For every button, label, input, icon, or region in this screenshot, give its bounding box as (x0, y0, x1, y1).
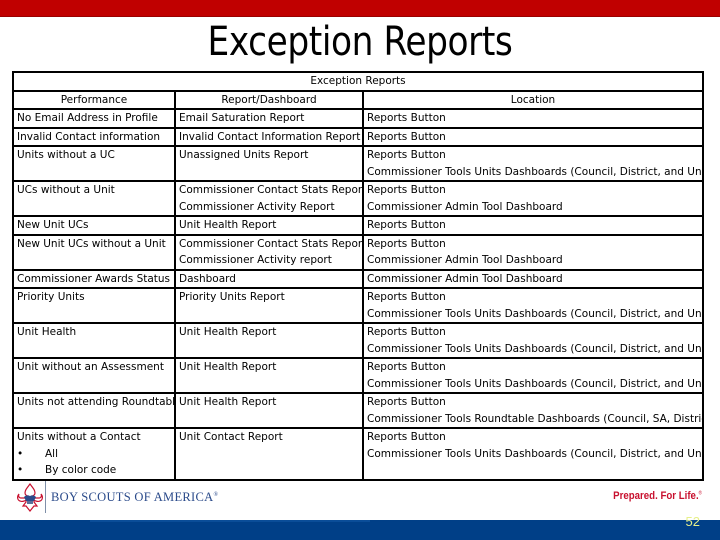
location-cell: Reports Button (361, 215, 705, 236)
top-accent-bar (0, 0, 720, 17)
table-row: New Unit UCs Unit Health Report Reports … (12, 215, 705, 236)
report-cell: Unit Health Report (174, 357, 364, 394)
bullet-icon: • (17, 447, 24, 460)
bsa-wordmark: BOY SCOUTS OF AMERICA® (51, 490, 219, 504)
exception-reports-table: Exception Reports Performance Report/Das… (11, 71, 705, 481)
table-caption: Exception Reports (11, 71, 705, 92)
performance-cell: Units without a Contact • All • By color c… (12, 427, 176, 481)
performance-cell: Priority Units (12, 287, 176, 324)
table-row: Unit Health Unit Health Report Reports B… (12, 322, 705, 359)
table-row: Units without a UC Unassigned Units Repo… (12, 145, 705, 182)
report-cell: Dashboard (174, 268, 364, 289)
location-cell: Reports Button Commissioner Admin Tool Da… (361, 180, 705, 217)
performance-cell: Unit Health (12, 322, 176, 359)
table-row: UCs without a Unit Commissioner Contact … (12, 180, 705, 217)
table-row: New Unit UCs without a Unit Commissioner… (12, 233, 705, 271)
table-row: Priority Units Priority Units Report Rep… (12, 287, 705, 324)
bottom-accent-bar (0, 520, 720, 540)
table-row: Units not attending Roundtable Unit Heal… (12, 392, 705, 429)
report-cell: Commissioner Contact Stats Report, Commis… (174, 180, 364, 217)
table-row: Invalid Contact information Invalid Cont… (12, 126, 705, 147)
location-cell: Reports Button Commissioner Tools Units D… (361, 287, 705, 324)
fleur-de-lis-emblem-icon (17, 483, 43, 512)
report-cell: Invalid Contact Information Report (174, 126, 364, 147)
column-header-location: Location (361, 89, 705, 110)
location-cell: Reports Button Commissioner Tools Units D… (361, 357, 705, 394)
report-cell: Unit Health Report (174, 215, 364, 236)
report-cell: Commissioner Contact Stats Report, Commis… (174, 233, 364, 271)
report-cell: Unit Health Report (174, 322, 364, 359)
report-cell: Email Saturation Report (174, 108, 364, 129)
logo-divider (45, 481, 46, 513)
report-cell: Unit Health Report (174, 392, 364, 429)
table-row: Unit without an Assessment Unit Health R… (12, 357, 705, 394)
table-row: Commissioner Awards Status Dashboard Com… (12, 268, 705, 289)
performance-cell: New Unit UCs (12, 215, 176, 236)
location-cell: Reports Button Commissioner Tools Units D… (361, 427, 705, 481)
column-header-performance: Performance (12, 89, 176, 110)
performance-cell: Commissioner Awards Status (12, 268, 176, 289)
location-cell: Reports Button (361, 126, 705, 147)
performance-cell: UCs without a Unit (12, 180, 176, 217)
location-cell: Reports Button Commissioner Admin Tool Da… (361, 233, 705, 271)
performance-cell: Units without a UC (12, 145, 176, 182)
performance-cell: New Unit UCs without a Unit (12, 233, 176, 271)
page-number: 52 (685, 514, 700, 529)
performance-cell: Units not attending Roundtable (12, 392, 176, 429)
slide-title: Exception Reports (207, 19, 513, 65)
bullet-item: • By color code (17, 462, 171, 478)
bullet-icon: • (17, 464, 24, 476)
location-cell: Reports Button Commissioner Tools Units D… (361, 322, 705, 359)
bsa-logo: BOY SCOUTS OF AMERICA® (17, 481, 219, 517)
location-cell: Reports Button Commissioner Tools Roundta… (361, 392, 705, 429)
performance-cell: No Email Address in Profile (12, 108, 176, 129)
location-cell: Commissioner Admin Tool Dashboard (361, 268, 705, 289)
report-cell: Unassigned Units Report (174, 145, 364, 182)
location-cell: Reports Button (361, 108, 705, 129)
bullet-item: • All (17, 446, 171, 463)
report-cell: Priority Units Report (174, 287, 364, 324)
performance-cell: Invalid Contact information (12, 126, 176, 147)
column-header-report-dashboard: Report/Dashboard (174, 89, 364, 110)
location-cell: Reports Button Commissioner Tools Units D… (361, 145, 705, 182)
report-cell: Unit Contact Report (174, 427, 364, 481)
performance-cell: Unit without an Assessment (12, 357, 176, 394)
table-row: No Email Address in Profile Email Satura… (12, 108, 705, 129)
tagline: Prepared. For Life.® (613, 490, 702, 502)
table-row: Units without a Contact • All • By color c… (12, 427, 705, 481)
